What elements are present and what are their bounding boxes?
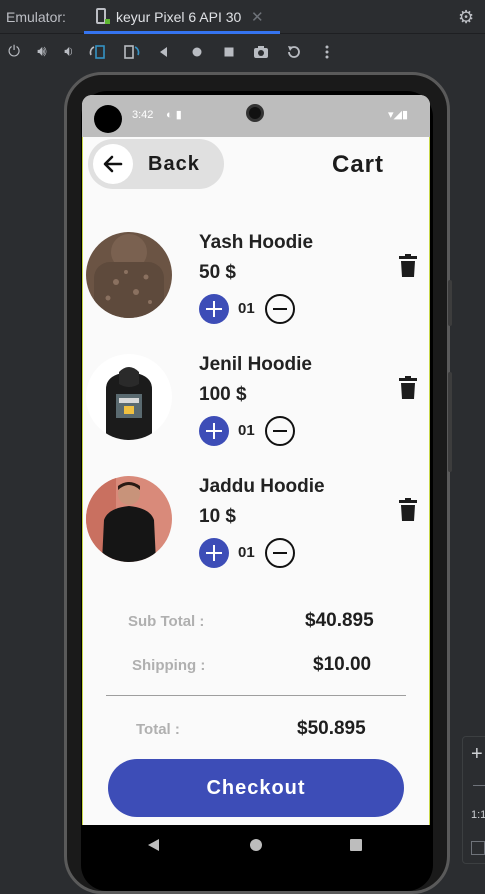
- status-bar: 3:42 ◐ ▮ ▾◢▮: [82, 95, 430, 137]
- cart-item: Jaddu Hoodie 10 $ 01: [82, 476, 430, 576]
- page-title: Cart: [332, 151, 385, 178]
- nav-home-icon[interactable]: [250, 839, 262, 851]
- device-tab[interactable]: keyur Pixel 6 API 30 ✕: [84, 0, 280, 34]
- quantity-value: 01: [238, 544, 255, 561]
- notification-icons: ◐ ▮: [166, 109, 182, 121]
- increase-quantity-button[interactable]: [199, 416, 229, 446]
- signal-battery-icons: ▾◢▮: [388, 109, 409, 121]
- arrow-left-icon: [103, 155, 123, 173]
- back-button[interactable]: Back: [88, 139, 224, 189]
- decrease-quantity-button[interactable]: [265, 294, 295, 324]
- shipping-label: Shipping :: [132, 657, 206, 674]
- checkout-label: Checkout: [206, 777, 306, 799]
- product-price: 10 $: [199, 506, 236, 527]
- product-price: 50 $: [199, 262, 236, 283]
- settings-gear-icon[interactable]: ⚙: [458, 7, 474, 28]
- decrease-quantity-button[interactable]: [265, 538, 295, 568]
- zoom-panel: + 1:1: [462, 736, 485, 864]
- product-image: [86, 476, 172, 562]
- power-icon[interactable]: ⏻: [5, 43, 23, 61]
- home-icon[interactable]: [188, 43, 206, 61]
- delete-icon[interactable]: [398, 254, 418, 278]
- product-name: Jaddu Hoodie: [199, 476, 325, 497]
- system-nav-bar: [82, 825, 430, 865]
- fit-screen-icon[interactable]: [471, 841, 485, 855]
- app-screen: 3:42 ◐ ▮ ▾◢▮ Back Cart Yash Hoodie 50 $: [82, 95, 430, 865]
- nav-recents-icon[interactable]: [350, 839, 362, 851]
- quantity-value: 01: [238, 300, 255, 317]
- nav-back-icon[interactable]: [148, 839, 159, 851]
- overview-icon[interactable]: [220, 43, 238, 61]
- rotate-left-icon[interactable]: [89, 43, 107, 61]
- replay-icon[interactable]: [285, 43, 303, 61]
- back-label: Back: [148, 153, 200, 175]
- total-label: Total :: [136, 721, 180, 738]
- device-tab-label: keyur Pixel 6 API 30: [116, 9, 242, 25]
- product-image: [86, 232, 172, 318]
- emulator-title-bar: Emulator: keyur Pixel 6 API 30 ✕ ⚙: [0, 0, 485, 34]
- device-icon: [96, 8, 110, 24]
- delete-icon[interactable]: [398, 498, 418, 522]
- front-camera-icon: [246, 104, 264, 122]
- product-name: Yash Hoodie: [199, 232, 314, 253]
- side-button-top: [448, 280, 452, 326]
- delete-icon[interactable]: [398, 376, 418, 400]
- rotate-right-icon[interactable]: [122, 43, 140, 61]
- shipping-value: $10.00: [313, 654, 372, 675]
- product-image: [86, 354, 172, 440]
- tab-close-icon[interactable]: ✕: [251, 8, 264, 26]
- decrease-quantity-button[interactable]: [265, 416, 295, 446]
- emulator-toolbar: ⏻ 🔊︎ 🔉︎: [0, 35, 485, 69]
- volume-down-icon[interactable]: 🔉︎: [60, 43, 78, 61]
- cart-item: Jenil Hoodie 100 $ 01: [82, 354, 430, 454]
- volume-up-icon[interactable]: 🔊︎: [33, 43, 51, 61]
- status-time: 3:42: [132, 109, 154, 121]
- subtotal-label: Sub Total :: [128, 613, 205, 630]
- divider: [106, 695, 406, 696]
- camera-icon[interactable]: [252, 43, 270, 61]
- cart-item: Yash Hoodie 50 $ 01: [82, 232, 430, 332]
- quantity-value: 01: [238, 422, 255, 439]
- checkout-button[interactable]: Checkout: [108, 759, 404, 817]
- increase-quantity-button[interactable]: [199, 538, 229, 568]
- back-icon[interactable]: [155, 43, 173, 61]
- product-name: Jenil Hoodie: [199, 354, 312, 375]
- zoom-out-icon[interactable]: [473, 785, 485, 786]
- side-button-bottom: [448, 372, 452, 472]
- overlay-dot: [94, 105, 122, 133]
- subtotal-value: $40.895: [305, 610, 374, 631]
- back-arrow-container: [93, 144, 133, 184]
- increase-quantity-button[interactable]: [199, 294, 229, 324]
- product-price: 100 $: [199, 384, 247, 405]
- emulator-label: Emulator:: [6, 9, 66, 25]
- zoom-in-icon[interactable]: +: [471, 743, 483, 766]
- total-value: $50.895: [297, 718, 366, 739]
- zoom-ratio-button[interactable]: 1:1: [471, 809, 485, 821]
- more-icon[interactable]: [318, 43, 336, 61]
